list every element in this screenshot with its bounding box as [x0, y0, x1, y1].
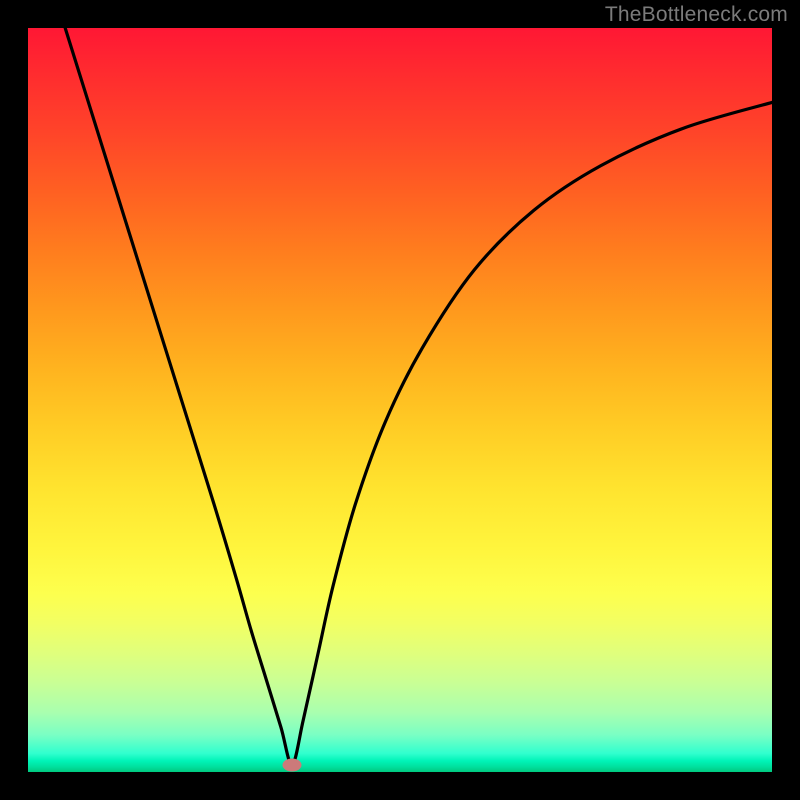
chart-frame: TheBottleneck.com — [0, 0, 800, 800]
bottleneck-curve — [28, 28, 772, 772]
optimal-point-marker — [283, 758, 302, 771]
watermark-text: TheBottleneck.com — [605, 3, 788, 27]
plot-area — [28, 28, 772, 772]
